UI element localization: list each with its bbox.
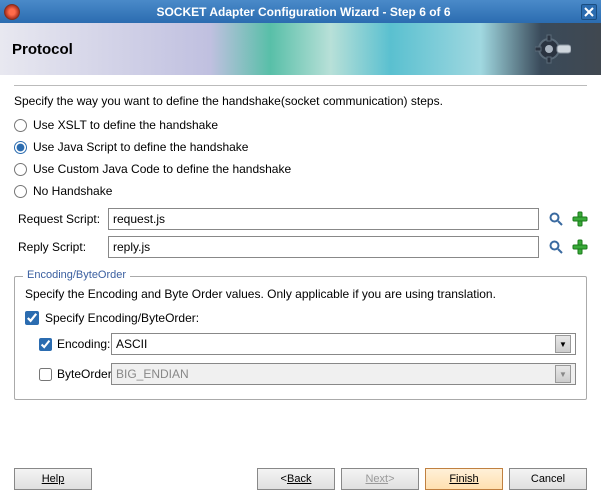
encoding-select[interactable]: ASCII ▼ (111, 333, 576, 355)
titlebar: SOCKET Adapter Configuration Wizard - St… (0, 0, 601, 23)
chevron-down-icon: ▼ (555, 335, 571, 353)
byteorder-row[interactable]: ByteOrder: (39, 367, 111, 381)
encoding-fieldset: Encoding/ByteOrder Specify the Encoding … (14, 276, 587, 400)
button-bar: Help < Back Next > Finish Cancel (14, 468, 587, 490)
reply-script-input[interactable] (108, 236, 539, 258)
plus-icon (572, 239, 588, 255)
chevron-down-icon: ▼ (555, 365, 571, 383)
encoding-description: Specify the Encoding and Byte Order valu… (25, 287, 576, 301)
radio-javascript[interactable]: Use Java Script to define the handshake (14, 140, 587, 154)
reply-add-button[interactable] (569, 236, 591, 258)
specify-encoding-label: Specify Encoding/ByteOrder: (45, 311, 199, 325)
reply-browse-button[interactable] (545, 236, 567, 258)
app-icon (4, 4, 20, 20)
banner: Protocol (0, 23, 601, 75)
encoding-checkbox[interactable] (39, 338, 52, 351)
page-title: Protocol (12, 41, 73, 58)
back-button[interactable]: < Back (257, 468, 335, 490)
help-button[interactable]: Help (14, 468, 92, 490)
instruction-text: Specify the way you want to define the h… (14, 94, 587, 108)
radio-custom-java-input[interactable] (14, 163, 27, 176)
request-script-input[interactable] (108, 208, 539, 230)
encoding-label: Encoding: (57, 337, 110, 351)
reply-script-label: Reply Script: (18, 240, 108, 254)
radio-custom-java-label: Use Custom Java Code to define the hands… (33, 162, 291, 176)
separator (14, 85, 587, 86)
cancel-button[interactable]: Cancel (509, 468, 587, 490)
radio-xslt[interactable]: Use XSLT to define the handshake (14, 118, 587, 132)
window-title: SOCKET Adapter Configuration Wizard - St… (26, 5, 581, 19)
byteorder-select: BIG_ENDIAN ▼ (111, 363, 576, 385)
radio-xslt-label: Use XSLT to define the handshake (33, 118, 218, 132)
byteorder-value: BIG_ENDIAN (116, 367, 189, 381)
encoding-value: ASCII (116, 337, 147, 351)
radio-custom-java[interactable]: Use Custom Java Code to define the hands… (14, 162, 587, 176)
encoding-legend: Encoding/ByteOrder (23, 269, 130, 281)
radio-no-handshake[interactable]: No Handshake (14, 184, 587, 198)
request-add-button[interactable] (569, 208, 591, 230)
search-icon (548, 211, 564, 227)
radio-no-handshake-label: No Handshake (33, 184, 112, 198)
close-icon (584, 7, 594, 17)
close-button[interactable] (581, 4, 597, 20)
finish-button[interactable]: Finish (425, 468, 503, 490)
radio-xslt-input[interactable] (14, 119, 27, 132)
request-script-label: Request Script: (18, 212, 108, 226)
byteorder-checkbox[interactable] (39, 368, 52, 381)
request-browse-button[interactable] (545, 208, 567, 230)
byteorder-label: ByteOrder: (57, 367, 115, 381)
radio-javascript-input[interactable] (14, 141, 27, 154)
specify-encoding-row[interactable]: Specify Encoding/ByteOrder: (25, 311, 576, 325)
next-button: Next > (341, 468, 419, 490)
encoding-row[interactable]: Encoding: (39, 337, 111, 351)
gear-icon (535, 31, 571, 67)
radio-javascript-label: Use Java Script to define the handshake (33, 140, 248, 154)
plus-icon (572, 211, 588, 227)
radio-no-handshake-input[interactable] (14, 185, 27, 198)
specify-encoding-checkbox[interactable] (25, 311, 39, 325)
search-icon (548, 239, 564, 255)
